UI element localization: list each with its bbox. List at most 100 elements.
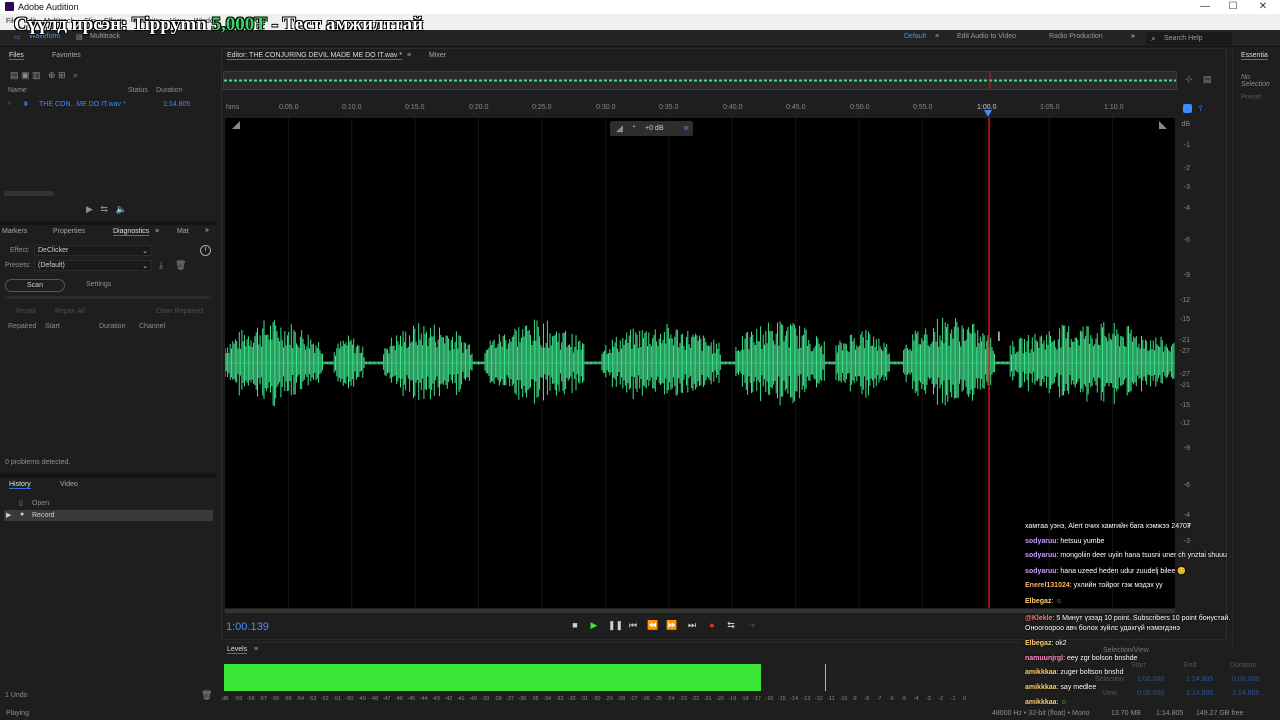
search-help-field[interactable]: ⌕ Search Help <box>1146 32 1232 45</box>
sv-selection-start[interactable]: 1:00.000 <box>1137 676 1164 683</box>
workspace-radio-production[interactable]: Radio Production <box>1049 33 1103 40</box>
presets-dropdown[interactable]: (Default) ⌄ <box>34 260 152 271</box>
level-tick-label: -25 <box>654 696 663 702</box>
skip-selection-button[interactable]: ⇢ <box>745 620 757 631</box>
zoom-icon[interactable]: ⊹ <box>1185 74 1193 85</box>
tab-levels[interactable]: Levels <box>227 646 248 654</box>
tab-essential-sound[interactable]: Essentia <box>1241 52 1268 60</box>
level-tick-label: -39 <box>481 696 490 702</box>
history-item-open[interactable]: ▯ Open <box>4 498 213 509</box>
gain-value: +0 dB <box>645 125 664 132</box>
repair-all-button[interactable]: Repair All <box>55 308 85 315</box>
undo-count: 1 Undo <box>5 692 28 699</box>
workspace-edit-audio-to-video[interactable]: Edit Audio to Video <box>957 33 1016 40</box>
minimize-button[interactable]: — <box>1195 1 1215 12</box>
column-channel[interactable]: Channel <box>139 323 165 330</box>
knob-icon[interactable]: ◔ <box>630 122 636 133</box>
chat-message: namuunjrgl: eey zgr bolson bnshde <box>1025 655 1261 662</box>
pin-icon[interactable]: ⫯ <box>1199 104 1202 114</box>
sv-selection-end[interactable]: 1:14.805 <box>1186 676 1213 683</box>
save-preset-icon[interactable]: ⤓ <box>159 260 163 271</box>
level-tick-label: -18 <box>740 696 749 702</box>
sv-view-start[interactable]: 0:00.000 <box>1137 690 1164 697</box>
column-duration[interactable]: Duration <box>99 323 125 330</box>
pause-button[interactable]: ❚❚ <box>608 620 623 631</box>
chat-text: : zuger boltson bnshd <box>1056 669 1124 676</box>
waveform-scrollbar[interactable] <box>225 609 1175 613</box>
ruler-label-hms: hms <box>226 104 240 111</box>
column-repaired[interactable]: Repaired <box>8 323 36 330</box>
chat-text: : hetsuu yumbe <box>1056 538 1105 545</box>
stop-button[interactable]: ■ <box>569 620 581 630</box>
clear-repaired-button[interactable]: Clear Repaired <box>156 308 203 315</box>
ruler-label: 0:15.0 <box>405 104 425 111</box>
diagnostics-menu-icon[interactable]: ≡ <box>155 228 159 235</box>
tab-history[interactable]: History <box>9 481 31 489</box>
tab-match[interactable]: Mat <box>177 228 189 235</box>
overview-menu-icon[interactable]: ▤ <box>1203 74 1212 85</box>
settings-tab[interactable]: Settings <box>86 281 111 288</box>
workspace-default[interactable]: Default <box>904 33 926 40</box>
sv-view-duration[interactable]: 1:14.805 <box>1232 690 1259 697</box>
files-scrollbar[interactable] <box>4 191 54 196</box>
tab-markers[interactable]: Markers <box>2 228 27 235</box>
snap-icon[interactable] <box>1183 104 1192 113</box>
time-ruler[interactable] <box>223 100 1177 118</box>
chat-username: sodyaruu <box>1025 538 1057 545</box>
column-start[interactable]: Start <box>45 323 60 330</box>
status-duration: 1:14.805 <box>1156 710 1184 717</box>
maximize-button[interactable]: ☐ <box>1223 1 1243 12</box>
expand-chevron-icon[interactable]: › <box>8 100 10 107</box>
delete-history-icon[interactable]: 🗑 <box>201 690 212 701</box>
tab-properties[interactable]: Properties <box>53 228 85 235</box>
loop-button[interactable]: ⇆ <box>725 620 737 631</box>
effect-dropdown[interactable]: DeClicker ⌄ <box>34 245 152 256</box>
column-status[interactable]: Status <box>128 87 148 94</box>
info-icon[interactable]: i <box>200 245 211 256</box>
chat-username: Elbegaz <box>1025 640 1052 647</box>
skip-to-end-button[interactable]: ⏭ <box>686 620 698 631</box>
chat-username: namuunjrgl <box>1025 655 1064 662</box>
levels-menu-icon[interactable]: ≡ <box>254 646 258 653</box>
file-row[interactable]: › ⩩ THE CON...ME DO IT.wav * 1:14.805 <box>8 100 208 111</box>
effect-value: DeClicker <box>38 247 69 254</box>
pin-hud-icon[interactable]: ✕ <box>683 124 690 133</box>
sv-view-end[interactable]: 1:14.805 <box>1186 690 1213 697</box>
record-button[interactable]: ● <box>706 620 718 630</box>
fast-forward-button[interactable]: ⏩ <box>666 620 678 631</box>
delete-preset-icon[interactable]: 🗑 <box>175 260 186 271</box>
tab-favorites[interactable]: Favorites <box>52 52 81 59</box>
overview-waveform <box>224 72 1176 89</box>
problems-status: 0 problems detected. <box>5 459 71 466</box>
column-duration[interactable]: Duration <box>156 87 182 94</box>
tab-diagnostics[interactable]: Diagnostics <box>113 228 150 236</box>
skip-to-start-button[interactable]: ⏮ <box>627 620 639 631</box>
scan-button[interactable]: Scan <box>5 279 65 292</box>
text-cursor-icon: I <box>997 328 1001 344</box>
mixer-tab[interactable]: Mixer <box>429 52 446 59</box>
rewind-button[interactable]: ⏪ <box>647 620 659 631</box>
editor-menu-icon[interactable]: ≡ <box>407 52 411 59</box>
current-time-display[interactable]: 1:00.139 <box>226 621 269 633</box>
chat-text: : 5 Минут үзээд 10 point. Subscribers 10… <box>1052 615 1231 622</box>
files-transport-icons[interactable]: ▶ ⇆ 🔈 <box>86 204 127 215</box>
hud-gain-control[interactable]: ◢ ◔ +0 dB ✕ <box>610 121 693 136</box>
tab-files[interactable]: Files <box>9 52 24 60</box>
close-button[interactable]: ✕ <box>1253 1 1273 12</box>
db-scale[interactable] <box>1176 118 1224 608</box>
more-workspaces-icon[interactable]: » <box>1131 33 1135 40</box>
tab-video[interactable]: Video <box>60 481 78 488</box>
more-tabs-icon[interactable]: » <box>205 227 209 234</box>
files-toolbar-icons[interactable]: ▤ ▣ ▥ ⊕ ⊞ ⌕ <box>10 70 78 81</box>
column-name[interactable]: Name <box>8 87 27 94</box>
history-item-record[interactable]: ▶ ● Record <box>4 510 213 521</box>
waveform-display[interactable] <box>224 118 1175 608</box>
workspace-menu-icon[interactable]: ≡ <box>935 33 939 40</box>
sv-selection-duration[interactable]: 0:00.000 <box>1232 676 1259 683</box>
play-button[interactable]: ▶ <box>588 620 600 631</box>
ruler-label: 0:20.0 <box>469 104 489 111</box>
open-file-icon: ▯ <box>19 500 23 507</box>
editor-tab[interactable]: Editor: THE CONJURING DEVIL MADE ME DO I… <box>227 52 403 60</box>
repair-button[interactable]: Repair <box>16 308 37 315</box>
overview-bar[interactable] <box>223 71 1177 90</box>
